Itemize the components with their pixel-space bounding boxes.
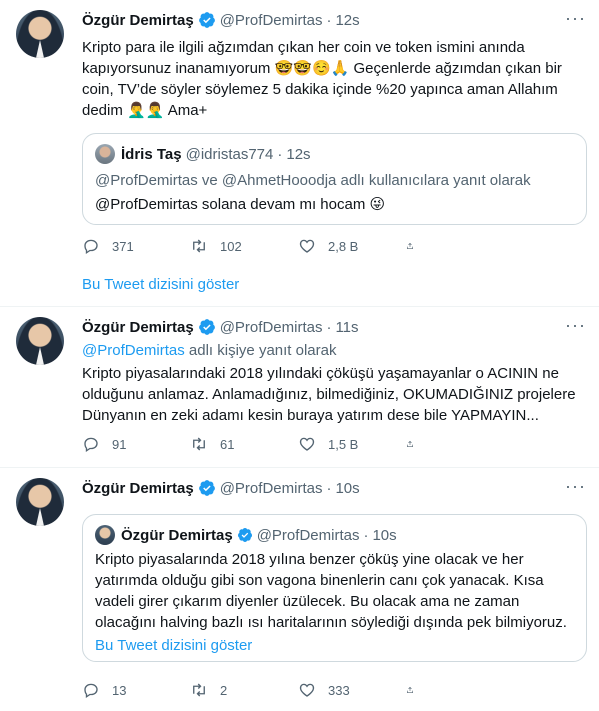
separator-dot: · bbox=[326, 11, 332, 29]
avatar[interactable] bbox=[16, 317, 64, 365]
reply-button[interactable]: 371 bbox=[82, 236, 190, 256]
tweet-text-line: Kripto piyasalarındaki 2018 yılındaki çö… bbox=[82, 365, 559, 382]
more-options-icon[interactable]: ··· bbox=[565, 9, 585, 32]
retweet-icon bbox=[193, 683, 205, 697]
reply-icon bbox=[84, 239, 98, 255]
quoted-tweet[interactable]: Özgür Demirtaş @ProfDemirtas · 10s Kript… bbox=[82, 514, 587, 662]
author-name[interactable]: Özgür Demirtaş bbox=[82, 319, 194, 336]
verified-badge-icon bbox=[237, 528, 252, 542]
quote-text-line: olacağını halving bazlı ısı haritalarını… bbox=[95, 614, 567, 631]
quote-show-thread-link[interactable]: Bu Tweet dizisini göster bbox=[95, 635, 574, 656]
like-count: 333 bbox=[328, 682, 350, 698]
retweet-button[interactable]: 61 bbox=[190, 434, 298, 454]
heart-icon bbox=[299, 239, 315, 253]
separator-dot: · bbox=[326, 318, 332, 336]
author-handle[interactable]: @ProfDemirtas bbox=[220, 319, 323, 336]
tweet-text-line: coin, TV’de söyler söylemez 5 dakika içi… bbox=[82, 81, 558, 98]
author-name[interactable]: Özgür Demirtaş bbox=[82, 12, 194, 29]
tweet-text-line: Kripto para ile ilgili ağzımdan çıkan he… bbox=[82, 39, 525, 56]
tweet-text-line: kapıyorsunuz inanamıyorum 🤓🤓☺️🙏 Geçenler… bbox=[82, 60, 562, 77]
quote-author-handle: @idristas774 bbox=[185, 145, 274, 163]
more-options-icon[interactable]: ··· bbox=[565, 477, 585, 500]
tweet-actions: 13 2 333 bbox=[82, 680, 512, 700]
tweet-header: Özgür Demirtaş @ProfDemirtas · 12s bbox=[82, 10, 360, 30]
quote-avatar bbox=[95, 144, 115, 164]
reply-count: 13 bbox=[112, 682, 127, 698]
tweet-text: Kripto para ile ilgili ağzımdan çıkan he… bbox=[82, 37, 587, 121]
quote-author-handle: @ProfDemirtas bbox=[256, 526, 360, 544]
like-count: 2,8 B bbox=[328, 238, 359, 254]
tweet-header: Özgür Demirtaş @ProfDemirtas · 11s bbox=[82, 317, 359, 337]
tweet-2[interactable]: Özgür Demirtaş @ProfDemirtas · 11s ··· @… bbox=[0, 307, 599, 467]
heart-icon bbox=[299, 683, 315, 697]
reply-to-line: @ProfDemirtas adlı kişiye yanıt olarak bbox=[82, 342, 337, 359]
verified-badge-icon bbox=[198, 12, 215, 28]
quote-author-name: İdris Taş bbox=[121, 145, 182, 163]
retweet-button[interactable]: 102 bbox=[190, 236, 298, 256]
quote-time: 10s bbox=[372, 526, 397, 544]
tweet-time[interactable]: 12s bbox=[335, 12, 359, 29]
like-button[interactable]: 333 bbox=[298, 680, 406, 700]
retweet-button[interactable]: 2 bbox=[190, 680, 298, 700]
tweet-header: Özgür Demirtaş @ProfDemirtas · 10s bbox=[82, 478, 360, 498]
quote-author-name: Özgür Demirtaş bbox=[121, 526, 233, 544]
retweet-count: 102 bbox=[220, 238, 242, 254]
tweet-actions: 91 61 1,5 B bbox=[82, 434, 512, 454]
quote-avatar bbox=[95, 525, 115, 545]
share-icon bbox=[407, 686, 413, 693]
author-name[interactable]: Özgür Demirtaş bbox=[82, 480, 194, 497]
reply-button[interactable]: 13 bbox=[82, 680, 190, 700]
tweet-text-line: dedim 🤦‍♂️🤦‍♂️ Ama+ bbox=[82, 102, 208, 119]
verified-badge-icon bbox=[198, 319, 215, 335]
retweet-count: 2 bbox=[220, 682, 228, 698]
quote-header: Özgür Demirtaş @ProfDemirtas · 10s bbox=[95, 525, 397, 545]
like-button[interactable]: 2,8 B bbox=[298, 236, 406, 256]
retweet-count: 61 bbox=[220, 436, 235, 452]
quote-reply-to: @ProfDemirtas ve @AhmetHooodja adlı kull… bbox=[95, 172, 531, 189]
share-button[interactable] bbox=[406, 434, 426, 454]
share-icon bbox=[407, 440, 413, 447]
verified-badge-icon bbox=[198, 480, 215, 496]
share-icon bbox=[407, 242, 413, 249]
quote-text-line: Kripto piyasalarında 2018 yılına benzer … bbox=[95, 551, 524, 568]
retweet-icon bbox=[193, 437, 205, 451]
quote-header: İdris Taş @idristas774 · 12s bbox=[95, 144, 311, 164]
reply-count: 91 bbox=[112, 436, 127, 452]
author-handle[interactable]: @ProfDemirtas bbox=[220, 480, 323, 497]
share-button[interactable] bbox=[406, 236, 426, 256]
quote-text: @ProfDemirtas solana devam mı hocam 😜 bbox=[95, 196, 386, 213]
avatar[interactable] bbox=[16, 478, 64, 526]
more-options-icon[interactable]: ··· bbox=[565, 316, 585, 339]
reply-icon bbox=[84, 683, 98, 699]
tweet-text: Kripto piyasalarındaki 2018 yılındaki çö… bbox=[82, 363, 587, 426]
separator-dot: · bbox=[363, 526, 369, 544]
quote-text: Kripto piyasalarında 2018 yılına benzer … bbox=[95, 549, 574, 633]
show-thread-link[interactable]: Bu Tweet dizisini göster bbox=[82, 276, 239, 293]
tweet-1[interactable]: Özgür Demirtaş @ProfDemirtas · 12s ··· K… bbox=[0, 0, 599, 306]
like-button[interactable]: 1,5 B bbox=[298, 434, 406, 454]
reply-button[interactable]: 91 bbox=[82, 434, 190, 454]
like-count: 1,5 B bbox=[328, 436, 359, 452]
separator-dot: · bbox=[326, 479, 332, 497]
quote-text-line: vadeli girer çıkarım diyenler üzülecek. … bbox=[95, 593, 520, 610]
reply-icon bbox=[84, 437, 98, 453]
author-handle[interactable]: @ProfDemirtas bbox=[220, 12, 323, 29]
reply-to-mention[interactable]: @ProfDemirtas bbox=[82, 342, 185, 359]
tweet-text-line: Dünyanın en zeki adamı kesin buraya yatı… bbox=[82, 407, 539, 424]
heart-icon bbox=[299, 437, 315, 451]
retweet-icon bbox=[193, 239, 205, 253]
reply-to-suffix: adlı kişiye yanıt olarak bbox=[184, 342, 337, 359]
avatar[interactable] bbox=[16, 10, 64, 58]
tweet-text-line: olduğunu anlamaz. Anlamadığınız, bilmedi… bbox=[82, 386, 576, 403]
separator-dot: · bbox=[277, 145, 283, 163]
reply-count: 371 bbox=[112, 238, 134, 254]
tweet-time[interactable]: 10s bbox=[335, 480, 359, 497]
tweet-time[interactable]: 11s bbox=[335, 319, 358, 336]
tweet-3[interactable]: Özgür Demirtaş @ProfDemirtas · 10s ··· Ö… bbox=[0, 468, 599, 711]
tweet-actions: 371 102 2,8 B bbox=[82, 236, 512, 256]
quote-time: 12s bbox=[286, 145, 311, 163]
share-button[interactable] bbox=[406, 680, 426, 700]
quoted-tweet[interactable]: İdris Taş @idristas774 · 12s @ProfDemirt… bbox=[82, 133, 587, 225]
quote-text-line: yatırımda olduğu gibi son vagona binenle… bbox=[95, 572, 544, 589]
